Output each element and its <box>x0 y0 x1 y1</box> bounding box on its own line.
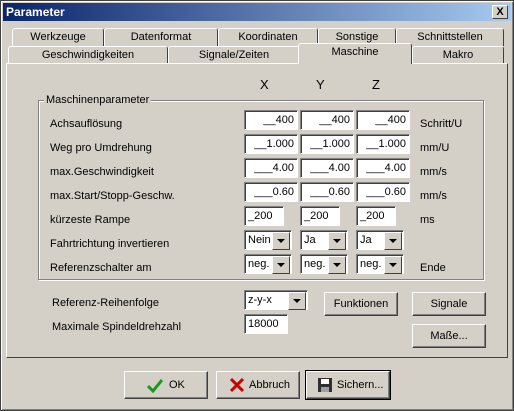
group-title: Maschinenparameter <box>44 94 152 106</box>
unit-max-geschwindigkeit: mm/s <box>420 166 447 178</box>
ref-order-label: Referenz-Reihenfolge <box>52 297 160 309</box>
achsaufloesung-y-input[interactable]: __400 <box>300 110 354 130</box>
unit-weg-pro-umdrehung: mm/U <box>420 142 450 154</box>
row-label-max-start-stopp: max.Start/Stopp-Geschw. <box>50 190 175 202</box>
sichern-label: Sichern... <box>337 379 384 391</box>
weg-pro-umdrehung-y-input[interactable]: __1.000 <box>300 134 354 154</box>
masse-button[interactable]: Maße... <box>412 324 486 348</box>
achsaufloesung-z-input[interactable]: __400 <box>356 110 410 130</box>
kuerzeste-rampe-x-input[interactable]: _200 <box>244 206 284 226</box>
tab-geschwindigkeiten[interactable]: Geschwindigkeiten <box>8 46 168 64</box>
abbruch-label: Abbruch <box>249 379 290 391</box>
row-label-achsaufloesung: Achsauflösung <box>50 118 123 130</box>
abbruch-button[interactable]: Abbruch <box>216 371 300 399</box>
kuerzeste-rampe-y-input[interactable]: _200 <box>300 206 340 226</box>
referenzschalter-x-value: neg. <box>248 258 270 270</box>
title-bar: Parameter X <box>3 3 511 21</box>
chevron-down-icon[interactable] <box>272 232 290 250</box>
fahrtrichtung-z-value: Ja <box>360 234 372 246</box>
check-icon <box>147 379 163 393</box>
row-label-weg-pro-umdrehung: Weg pro Umdrehung <box>50 142 152 154</box>
row-label-fahrtrichtung: Fahrtrichtung invertieren <box>50 238 170 250</box>
chevron-down-icon[interactable] <box>328 232 346 250</box>
fahrtrichtung-x-select[interactable]: Nein <box>244 230 292 250</box>
referenzschalter-z-select[interactable]: neg. <box>356 254 404 274</box>
max-spindle-input[interactable]: 18000 <box>244 314 288 334</box>
referenzschalter-y-value: neg. <box>304 258 326 270</box>
chevron-down-icon[interactable] <box>384 232 402 250</box>
row-label-referenzschalter: Referenzschalter am <box>50 262 152 274</box>
ok-label: OK <box>169 379 185 391</box>
row-label-max-geschwindigkeit: max.Geschwindigkeit <box>50 166 154 178</box>
fahrtrichtung-y-select[interactable]: Ja <box>300 230 348 250</box>
close-button[interactable]: X <box>492 5 508 19</box>
unit-max-start-stopp: mm/s <box>420 190 447 202</box>
row-label-kuerzeste-rampe: kürzeste Rampe <box>50 214 131 226</box>
sichern-button[interactable]: Sichern... <box>305 370 391 400</box>
weg-pro-umdrehung-z-input[interactable]: __1.000 <box>356 134 410 154</box>
max-geschwindigkeit-x-input[interactable]: ___4.00 <box>244 158 298 178</box>
max-spindle-label: Maximale Spindeldrehzahl <box>52 321 182 333</box>
weg-pro-umdrehung-x-input[interactable]: __1.000 <box>244 134 298 154</box>
unit-kuerzeste-rampe: ms <box>420 214 435 226</box>
signale-button[interactable]: Signale <box>412 292 486 316</box>
max-start-stopp-y-input[interactable]: ___0.60 <box>300 182 354 202</box>
column-header-z: Z <box>372 77 380 92</box>
ok-button[interactable]: OK <box>124 371 208 399</box>
x-icon <box>229 377 245 393</box>
column-header-y: Y <box>316 77 325 92</box>
tab-signale-zeiten[interactable]: Signale/Zeiten <box>168 46 300 64</box>
referenzschalter-x-select[interactable]: neg. <box>244 254 292 274</box>
floppy-disk-icon <box>318 378 332 392</box>
funktionen-button[interactable]: Funktionen <box>324 292 398 316</box>
ref-order-select[interactable]: z-y-x <box>244 290 308 310</box>
tab-schnittstellen[interactable]: Schnittstellen <box>396 28 504 46</box>
column-header-x: X <box>260 77 269 92</box>
tab-makro[interactable]: Makro <box>412 46 504 64</box>
tab-datenformat[interactable]: Datenformat <box>104 28 218 46</box>
chevron-down-icon[interactable] <box>272 256 290 274</box>
referenzschalter-z-value: neg. <box>360 258 382 270</box>
unit-referenzschalter: Ende <box>420 262 446 274</box>
referenzschalter-y-select[interactable]: neg. <box>300 254 348 274</box>
chevron-down-icon[interactable] <box>288 292 306 310</box>
achsaufloesung-x-input[interactable]: __400 <box>244 110 298 130</box>
max-start-stopp-x-input[interactable]: ___0.60 <box>244 182 298 202</box>
tab-maschine[interactable]: Maschine <box>298 43 412 64</box>
ref-order-value: z-y-x <box>248 294 272 306</box>
chevron-down-icon[interactable] <box>384 256 402 274</box>
fahrtrichtung-x-value: Nein <box>248 234 271 246</box>
window-title: Parameter <box>6 5 65 19</box>
chevron-down-icon[interactable] <box>328 256 346 274</box>
max-start-stopp-z-input[interactable]: ___0.60 <box>356 182 410 202</box>
unit-achsaufloesung: Schritt/U <box>420 118 463 130</box>
fahrtrichtung-z-select[interactable]: Ja <box>356 230 404 250</box>
tab-werkzeuge[interactable]: Werkzeuge <box>12 28 104 46</box>
fahrtrichtung-y-value: Ja <box>304 234 316 246</box>
max-geschwindigkeit-y-input[interactable]: ___4.00 <box>300 158 354 178</box>
kuerzeste-rampe-z-input[interactable]: _200 <box>356 206 396 226</box>
max-geschwindigkeit-z-input[interactable]: ___4.00 <box>356 158 410 178</box>
